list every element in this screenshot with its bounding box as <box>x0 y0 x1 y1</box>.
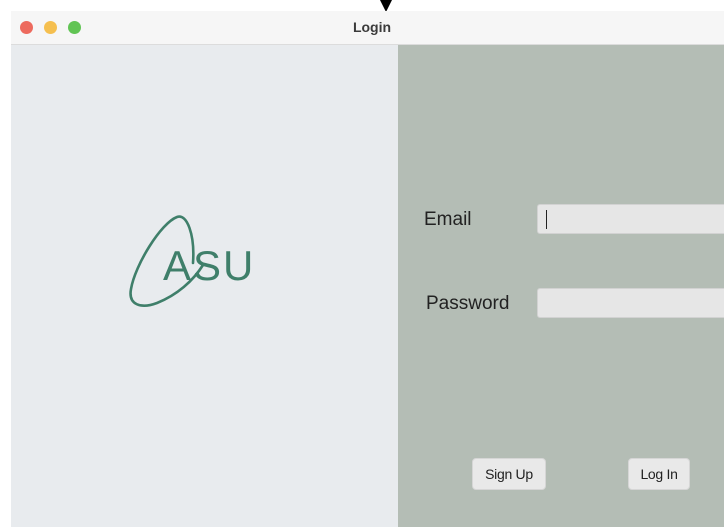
title-bar: Login <box>11 11 724 45</box>
logo-text: ASU <box>163 242 255 289</box>
branding-pane: ASU <box>11 45 398 527</box>
log-in-button[interactable]: Log In <box>628 458 690 490</box>
password-label: Password <box>426 293 510 314</box>
email-label: Email <box>424 209 472 230</box>
email-field[interactable] <box>537 204 724 234</box>
sign-up-button[interactable]: Sign Up <box>472 458 546 490</box>
login-window: Login ASU Email Password Sign Up Log In <box>11 11 724 527</box>
password-field[interactable] <box>537 288 724 318</box>
text-caret <box>546 210 547 229</box>
asu-logo: ASU <box>129 215 255 307</box>
login-form-pane: Email Password Sign Up Log In <box>398 45 724 527</box>
window-title: Login <box>352 19 392 35</box>
